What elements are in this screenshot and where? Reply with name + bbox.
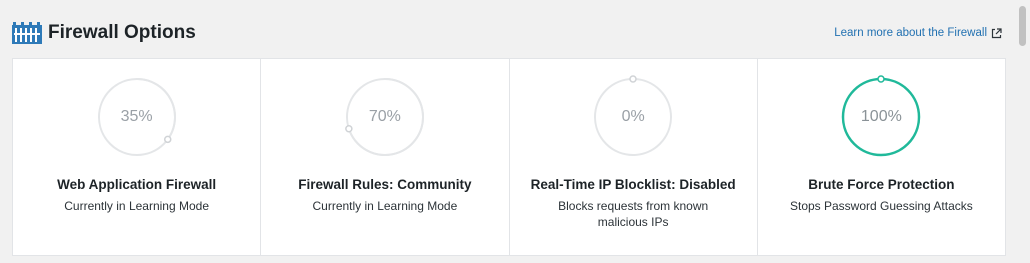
page-header: Firewall Options Learn more about the Fi… (12, 18, 1002, 48)
scrollbar[interactable] (1014, 0, 1030, 263)
learn-more-link[interactable]: Learn more about the Firewall (834, 27, 1002, 39)
card-subtitle: Blocks requests from known malicious IPs (558, 199, 709, 229)
card-web-application-firewall[interactable]: 35% Web Application Firewall Currently i… (13, 59, 262, 255)
gauge-percent: 70% (368, 108, 401, 125)
progress-gauge: 0% (591, 75, 675, 159)
card-title: Web Application Firewall (57, 177, 217, 192)
progress-gauge: 70% (343, 75, 427, 159)
card-title: Firewall Rules: Community (298, 177, 472, 192)
card-subtitle: Currently in Learning Mode (64, 199, 209, 213)
progress-gauge: 35% (95, 75, 179, 159)
card-subtitle: Currently in Learning Mode (312, 199, 458, 213)
title-wrap: Firewall Options (12, 22, 196, 44)
card-title: Brute Force Protection (808, 177, 955, 192)
progress-gauge: 100% (839, 75, 923, 159)
gauge-percent: 100% (860, 108, 902, 125)
scrollbar-thumb[interactable] (1019, 6, 1026, 46)
page-title: Firewall Options (48, 22, 196, 43)
card-subtitle: Stops Password Guessing Attacks (789, 199, 973, 213)
card-firewall-rules[interactable]: 70% Firewall Rules: Community Currently … (261, 59, 510, 255)
card-ip-blocklist[interactable]: 0% Real-Time IP Blocklist: Disabled Bloc… (510, 59, 758, 255)
card-title: Real-Time IP Blocklist: Disabled (530, 177, 736, 192)
external-link-icon (991, 27, 1002, 39)
card-brute-force-protection[interactable]: 100% Brute Force Protection Stops Passwo… (758, 59, 1005, 255)
learn-more-label: Learn more about the Firewall (834, 27, 987, 39)
firewall-options-panel: 35% Web Application Firewall Currently i… (12, 58, 1006, 256)
gauge-percent: 35% (120, 108, 153, 125)
gauge-percent: 0% (621, 108, 645, 125)
firewall-icon (12, 22, 42, 44)
